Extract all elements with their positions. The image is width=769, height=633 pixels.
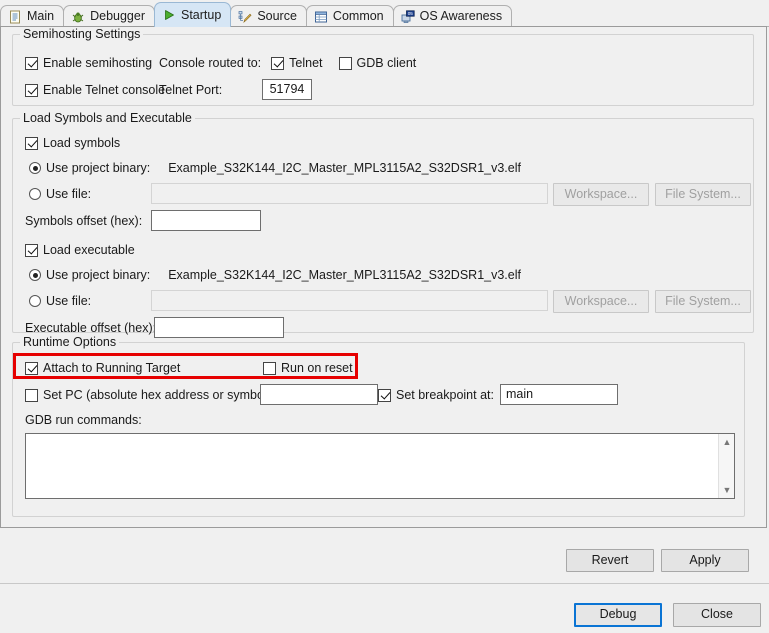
symbols-use-project-binary-row[interactable]: Use project binary: Example_S32K144_I2C_… <box>29 161 521 175</box>
scroll-up-icon[interactable]: ▲ <box>719 434 735 450</box>
load-symbols-label: Load symbols <box>43 136 121 150</box>
bug-icon <box>71 10 85 24</box>
footer-separator <box>0 583 769 584</box>
symbols-use-file-radio[interactable] <box>29 188 41 200</box>
console-gdb-client-label: GDB client <box>356 56 417 70</box>
tab-os-awareness-label: OS Awareness <box>419 9 503 24</box>
tab-source-label: Source <box>257 9 297 24</box>
attach-to-running-target-row[interactable]: Attach to Running Target <box>25 361 180 375</box>
attach-to-running-target-checkbox[interactable] <box>25 361 38 375</box>
tab-debugger[interactable]: Debugger <box>63 5 155 27</box>
set-breakpoint-at-checkbox[interactable] <box>378 388 391 402</box>
play-icon <box>162 8 176 22</box>
tab-main[interactable]: Main <box>0 5 65 27</box>
set-pc-label: Set PC (absolute hex address or symbol): <box>43 388 275 402</box>
tab-debugger-label: Debugger <box>90 9 145 24</box>
tab-source[interactable]: Source <box>230 5 307 27</box>
symbols-use-file-row[interactable]: Use file: <box>29 187 91 201</box>
startup-tab-panel: Semihosting Settings Enable semihosting … <box>0 26 767 572</box>
tab-os-awareness[interactable]: 05 OS Awareness <box>392 5 513 27</box>
symbols-offset-row: Symbols offset (hex): <box>25 214 142 228</box>
run-on-reset-label: Run on reset <box>281 361 353 375</box>
gdb-run-commands-label: GDB run commands: <box>25 413 142 427</box>
exec-use-file-row[interactable]: Use file: <box>29 294 91 308</box>
exec-use-file-label: Use file: <box>46 294 92 308</box>
exec-workspace-button[interactable]: Workspace... <box>553 290 649 313</box>
enable-telnet-console-label: Enable Telnet console <box>43 83 166 97</box>
load-executable-row[interactable]: Load executable <box>25 243 135 257</box>
run-on-reset-row[interactable]: Run on reset <box>263 361 353 375</box>
set-pc-row[interactable]: Set PC (absolute hex address or symbol): <box>25 388 274 402</box>
runtime-options-title: Runtime Options <box>20 335 120 349</box>
tab-startup[interactable]: Startup <box>154 2 232 27</box>
console-telnet-label: Telnet <box>289 56 323 70</box>
load-symbols-executable-title: Load Symbols and Executable <box>20 111 195 125</box>
console-routed-to-row: Console routed to: Telnet GDB client <box>159 56 416 70</box>
svg-text:05: 05 <box>407 11 413 16</box>
set-breakpoint-at-label: Set breakpoint at: <box>396 388 494 402</box>
symbols-offset-label: Symbols offset (hex): <box>25 214 143 228</box>
set-pc-input[interactable] <box>260 384 378 405</box>
console-routed-to-label: Console routed to: <box>159 56 262 70</box>
symbols-file-system-button[interactable]: File System... <box>655 183 751 206</box>
set-breakpoint-at-row[interactable]: Set breakpoint at: <box>378 388 494 402</box>
gdb-run-commands-row: GDB run commands: <box>25 413 142 427</box>
source-edit-icon <box>238 10 252 24</box>
exec-use-project-binary-row[interactable]: Use project binary: Example_S32K144_I2C_… <box>29 268 521 282</box>
symbols-use-project-binary-radio[interactable] <box>29 162 41 174</box>
apply-button[interactable]: Apply <box>661 549 749 572</box>
runtime-options-group: Runtime Options Attach to Running Target… <box>12 335 745 517</box>
tab-main-label: Main <box>27 9 55 24</box>
load-symbols-checkbox[interactable] <box>25 136 38 150</box>
tab-bar: Main Debugger Startup Source Common 05 O… <box>0 0 769 27</box>
telnet-port-input[interactable]: 51794 <box>262 79 312 100</box>
exec-offset-label: Executable offset (hex): <box>25 321 157 335</box>
symbols-use-project-binary-label: Use project binary: <box>46 161 151 175</box>
tab-common[interactable]: Common <box>305 5 394 27</box>
revert-button[interactable]: Revert <box>566 549 654 572</box>
load-symbols-row[interactable]: Load symbols <box>25 136 120 150</box>
set-breakpoint-at-input[interactable]: main <box>500 384 618 405</box>
exec-use-project-binary-radio[interactable] <box>29 269 41 281</box>
scroll-down-icon[interactable]: ▼ <box>719 482 735 498</box>
symbols-project-binary-value: Example_S32K144_I2C_Master_MPL3115A2_S32… <box>168 161 521 175</box>
semihosting-settings-group: Semihosting Settings Enable semihosting … <box>12 27 754 106</box>
load-symbols-executable-group: Load Symbols and Executable Load symbols… <box>12 111 754 338</box>
console-gdb-client-checkbox[interactable] <box>338 56 352 70</box>
set-pc-checkbox[interactable] <box>25 388 38 402</box>
os-monitor-icon: 05 <box>401 9 415 24</box>
document-icon <box>8 10 22 24</box>
exec-use-project-binary-label: Use project binary: <box>46 268 151 282</box>
close-button[interactable]: Close <box>673 603 761 627</box>
gdb-run-commands-textarea[interactable]: ▲ ▼ <box>25 433 735 499</box>
exec-file-system-button[interactable]: File System... <box>655 290 751 313</box>
tab-startup-label: Startup <box>181 7 222 22</box>
tab-common-label: Common <box>332 9 384 24</box>
enable-semihosting-checkbox[interactable] <box>25 56 38 70</box>
debug-button[interactable]: Debug <box>574 603 662 627</box>
enable-telnet-console-row[interactable]: Enable Telnet console <box>25 83 165 97</box>
exec-project-binary-value: Example_S32K144_I2C_Master_MPL3115A2_S32… <box>168 268 521 282</box>
run-on-reset-checkbox[interactable] <box>263 361 276 375</box>
console-telnet-checkbox[interactable] <box>271 56 285 70</box>
exec-offset-input[interactable] <box>154 317 284 338</box>
attach-to-running-target-label: Attach to Running Target <box>43 361 181 375</box>
enable-telnet-console-checkbox[interactable] <box>25 83 38 97</box>
enable-semihosting-label: Enable semihosting <box>43 56 153 70</box>
symbols-use-file-input[interactable] <box>151 183 548 204</box>
gdb-run-commands-scrollbar[interactable]: ▲ ▼ <box>718 434 734 498</box>
load-executable-checkbox[interactable] <box>25 243 38 257</box>
exec-offset-row: Executable offset (hex): <box>25 321 156 335</box>
symbols-use-file-label: Use file: <box>46 187 92 201</box>
semihosting-settings-title: Semihosting Settings <box>20 27 144 41</box>
telnet-port-label: Telnet Port: <box>159 83 223 97</box>
telnet-port-row: Telnet Port: <box>159 83 222 97</box>
exec-use-file-radio[interactable] <box>29 295 41 307</box>
enable-semihosting-row[interactable]: Enable semihosting <box>25 56 152 70</box>
table-icon <box>314 10 328 24</box>
exec-use-file-input[interactable] <box>151 290 548 311</box>
load-executable-label: Load executable <box>43 243 135 257</box>
symbols-workspace-button[interactable]: Workspace... <box>553 183 649 206</box>
symbols-offset-input[interactable] <box>151 210 261 231</box>
